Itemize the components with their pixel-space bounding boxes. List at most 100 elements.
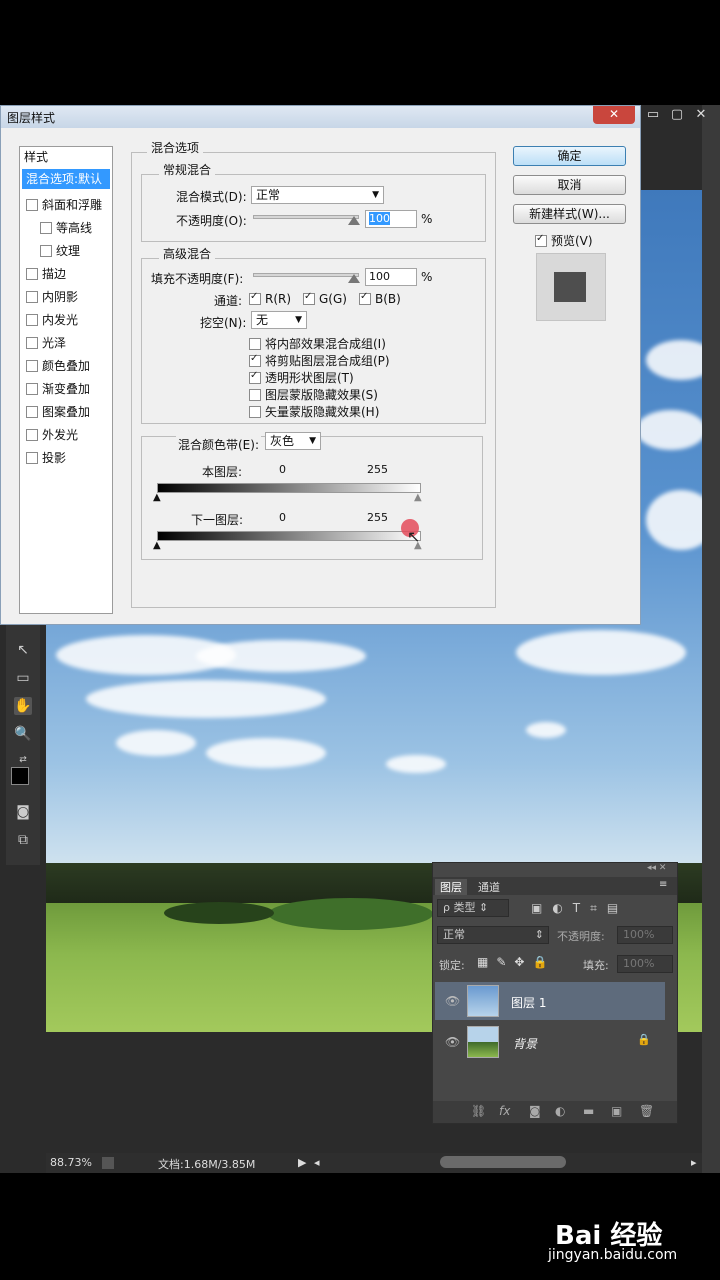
panel-collapse-icon[interactable]: ◂◂ ✕ <box>647 863 666 873</box>
fill-opacity-slider[interactable] <box>253 273 359 277</box>
chevron-updown-icon: ⇕ <box>534 928 544 941</box>
style-item-color-overlay[interactable]: 颜色叠加 <box>26 356 90 376</box>
style-item-inner-shadow[interactable]: 内阴影 <box>26 287 78 307</box>
knockout-select[interactable]: 无 ▼ <box>251 311 307 329</box>
cancel-button[interactable]: 取消 <box>513 175 626 195</box>
opacity-slider[interactable] <box>253 215 359 219</box>
dialog-titlebar[interactable]: 图层样式 ✕ <box>1 106 640 128</box>
underlying-layer-black-slider[interactable]: ▲ <box>153 540 161 551</box>
underlying-layer-min: 0 <box>279 511 286 524</box>
minimize-icon[interactable]: ▭ <box>642 105 664 125</box>
filter-icons[interactable]: ▣◐T⌗▤ <box>531 901 628 916</box>
opacity-input[interactable]: 100 <box>365 210 417 228</box>
tab-channels[interactable]: 通道 <box>473 879 505 895</box>
tab-layers[interactable]: 图层 <box>435 879 467 895</box>
zoom-tool-icon[interactable]: 🔍 <box>14 725 32 743</box>
chevron-down-icon: ▼ <box>295 315 302 325</box>
option-blend-clipped-layers[interactable]: 将剪贴图层混合成组(P) <box>249 352 390 369</box>
style-item-drop-shadow[interactable]: 投影 <box>26 448 66 468</box>
adjustment-icon[interactable]: ◐ <box>555 1104 565 1118</box>
channels-label: 通道: <box>214 294 243 308</box>
layers-panel: ◂◂ ✕ 图层 通道 ≡ ρ 类型 ⇕ ▣◐T⌗▤ 正常 ⇕ 不透明度: 100%… <box>432 862 678 1124</box>
trash-icon[interactable]: 🗑 <box>639 1104 654 1118</box>
fill-opacity-slider-thumb[interactable] <box>348 274 360 283</box>
right-panel-strip <box>702 105 720 1173</box>
option-layer-mask-hides[interactable]: 图层蒙版隐藏效果(S) <box>249 386 378 403</box>
layer-opacity-input[interactable]: 100% <box>617 926 673 944</box>
new-style-button[interactable]: 新建样式(W)... <box>513 204 626 224</box>
opacity-slider-thumb[interactable] <box>348 216 360 225</box>
layer-row-layer1[interactable]: 👁 图层 1 <box>435 982 665 1020</box>
mask-icon[interactable]: ◙ <box>529 1104 541 1118</box>
preview-checkbox[interactable]: 预览(V) <box>535 232 593 249</box>
eye-icon[interactable]: 👁 <box>445 1035 460 1049</box>
screen-mode-icon[interactable]: ⧉ <box>14 831 32 849</box>
style-item-stroke[interactable]: 描边 <box>26 264 66 284</box>
option-blend-interior-effects[interactable]: 将内部效果混合成组(I) <box>249 335 386 352</box>
panel-menu-icon[interactable]: ≡ <box>659 879 667 890</box>
this-layer-black-slider[interactable]: ▲ <box>153 492 161 503</box>
this-layer-gradient <box>157 483 421 493</box>
style-item-texture[interactable]: 纹理 <box>40 241 80 261</box>
folder-icon[interactable]: ▬ <box>583 1104 594 1118</box>
opacity-unit: % <box>421 212 433 226</box>
link-icon[interactable]: ⛓ <box>471 1104 486 1118</box>
foreground-color-swatch[interactable] <box>11 767 29 785</box>
style-item-inner-glow[interactable]: 内发光 <box>26 310 78 330</box>
this-layer-min: 0 <box>279 463 286 476</box>
style-item-satin[interactable]: 光泽 <box>26 333 66 353</box>
layer-row-background[interactable]: 👁 背景 🔒 <box>435 1023 665 1061</box>
blend-if-select[interactable]: 灰色 ▼ <box>265 432 321 450</box>
underlying-layer-label: 下一图层: <box>191 513 244 527</box>
style-item-bevel-emboss[interactable]: 斜面和浮雕 <box>26 195 102 215</box>
close-icon[interactable]: ✕ <box>690 105 712 125</box>
fx-icon[interactable]: fx <box>499 1104 510 1118</box>
horizontal-scrollbar[interactable] <box>440 1156 566 1168</box>
style-item-pattern-overlay[interactable]: 图案叠加 <box>26 402 90 422</box>
this-layer-white-slider[interactable]: ▲ <box>414 492 422 503</box>
blend-mode-label: 混合模式(D): <box>176 190 247 204</box>
style-item-gradient-overlay[interactable]: 渐变叠加 <box>26 379 90 399</box>
channel-g-checkbox[interactable]: G(G) <box>303 291 347 306</box>
blend-if-label: 混合颜色带(E): <box>176 436 261 453</box>
chevron-down-icon: ▼ <box>309 436 316 446</box>
quick-mask-icon[interactable]: ◙ <box>14 803 32 821</box>
maximize-icon[interactable]: ▢ <box>666 105 688 125</box>
rectangle-tool-icon[interactable]: ▭ <box>14 669 32 687</box>
layer-opacity-label: 不透明度: <box>557 930 605 943</box>
dialog-close-button[interactable]: ✕ <box>593 106 635 124</box>
zoom-level[interactable]: 88.73% <box>50 1156 92 1169</box>
channel-b-checkbox[interactable]: B(B) <box>359 291 401 306</box>
option-transparency-shapes[interactable]: 透明形状图层(T) <box>249 369 354 386</box>
style-preview-swatch <box>536 253 606 321</box>
dialog-title: 图层样式 <box>7 111 56 125</box>
scroll-right-icon[interactable]: ▸ <box>691 1156 697 1169</box>
status-icon[interactable] <box>102 1157 114 1169</box>
style-list: 样式 混合选项:默认 斜面和浮雕 等高线 纹理 描边 内阴影 内发光 光泽 颜色… <box>19 146 113 614</box>
style-item-blending-options[interactable]: 混合选项:默认 <box>22 169 110 189</box>
layer-blend-mode-select[interactable]: 正常 ⇕ <box>437 926 549 944</box>
move-tool-icon[interactable]: ↖ <box>14 641 32 659</box>
ok-button[interactable]: 确定 <box>513 146 626 166</box>
new-layer-icon[interactable]: ▣ <box>611 1104 622 1118</box>
status-menu-arrow-icon[interactable]: ▶ <box>298 1156 306 1169</box>
option-vector-mask-hides[interactable]: 矢量蒙版隐藏效果(H) <box>249 403 379 420</box>
style-list-header[interactable]: 样式 <box>24 147 48 167</box>
fill-label: 填充: <box>583 959 609 972</box>
chevron-down-icon: ▼ <box>372 190 379 200</box>
eye-icon[interactable]: 👁 <box>445 994 460 1008</box>
blend-mode-select[interactable]: 正常 ▼ <box>251 186 384 204</box>
lock-icons[interactable]: ▦✎✥🔒 <box>477 955 555 969</box>
style-item-contour[interactable]: 等高线 <box>40 218 92 238</box>
fill-opacity-input[interactable]: 100 <box>365 268 417 286</box>
scroll-left-icon[interactable]: ◂ <box>314 1156 320 1169</box>
style-item-outer-glow[interactable]: 外发光 <box>26 425 78 445</box>
layer-filter-select[interactable]: ρ 类型 ⇕ <box>437 899 509 917</box>
preview-square <box>554 272 586 302</box>
layer-fill-input[interactable]: 100% <box>617 955 673 973</box>
underlying-layer-max: 255 <box>367 511 388 524</box>
layers-panel-footer: ⛓ fx ◙ ◐ ▬ ▣ 🗑 <box>433 1101 677 1123</box>
hand-tool-icon[interactable]: ✋ <box>14 697 32 715</box>
fill-opacity-unit: % <box>421 270 433 284</box>
channel-r-checkbox[interactable]: R(R) <box>249 291 291 306</box>
